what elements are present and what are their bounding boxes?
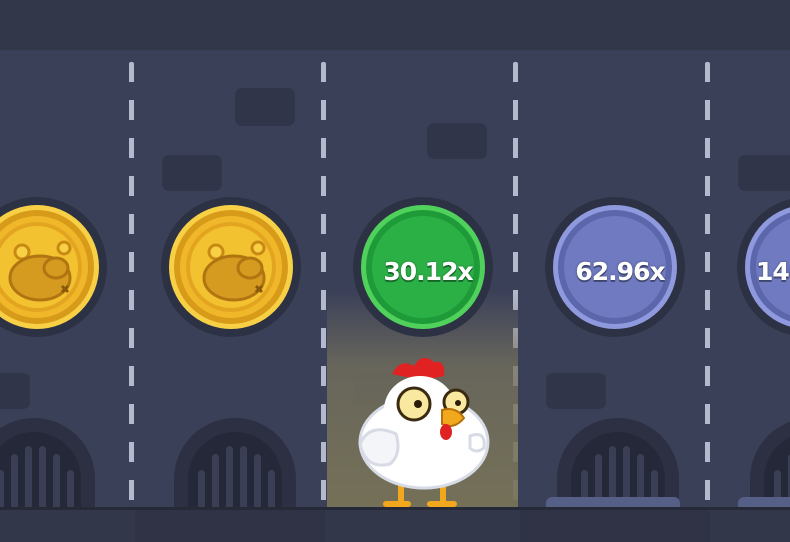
- wall-brick: [738, 155, 790, 191]
- top-wall: [0, 0, 790, 50]
- roast-chicken-icon: [202, 240, 266, 302]
- lane-5-coin[interactable]: 140: [737, 197, 790, 337]
- lane-3-coin[interactable]: 30.12x: [353, 197, 493, 337]
- chicken-icon: [358, 357, 490, 507]
- wall-brick: [546, 373, 606, 409]
- lane-4-coin[interactable]: 62.96x: [545, 197, 685, 337]
- wall-brick: [162, 155, 222, 191]
- roast-chicken-icon: [8, 240, 72, 302]
- lane-divider: [705, 62, 710, 507]
- wall-brick: [235, 88, 295, 126]
- wall-brick: [0, 373, 30, 409]
- bottom-wall: [0, 507, 790, 542]
- sewer-grate: [0, 418, 95, 510]
- lane-divider: [129, 62, 134, 507]
- wall-brick: [427, 123, 487, 159]
- lane-1-coin: [0, 197, 107, 337]
- multiplier-label: 62.96x: [575, 257, 665, 286]
- multiplier-label: 30.12x: [383, 257, 473, 286]
- multiplier-label: 140: [756, 257, 790, 286]
- game-board: 30.12x 62.96x 140: [0, 0, 790, 542]
- lane-divider: [321, 62, 326, 507]
- sewer-grate: [174, 418, 296, 510]
- lane-2-coin: [161, 197, 301, 337]
